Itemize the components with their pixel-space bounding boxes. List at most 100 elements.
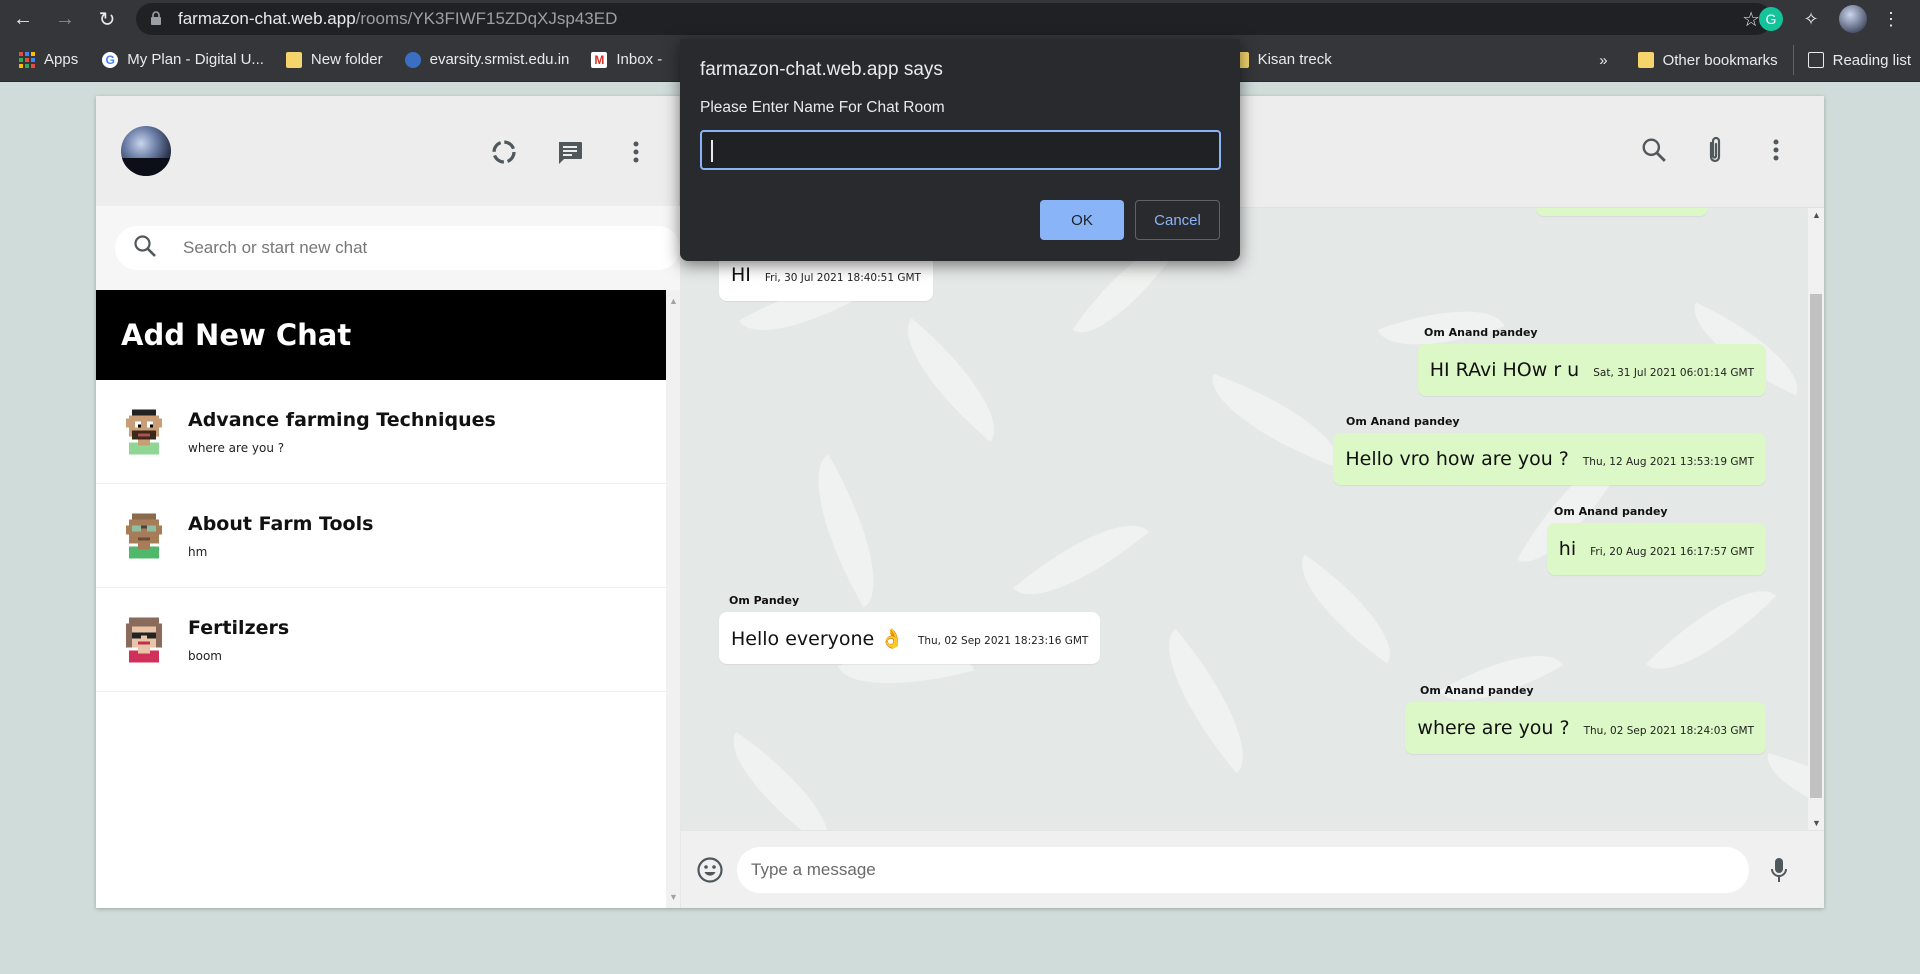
other-bookmarks[interactable]: Other bookmarks xyxy=(1629,45,1787,75)
bookmark-my-plan[interactable]: G My Plan - Digital U... xyxy=(93,45,273,75)
message-timestamp: Thu, 02 Sep 2021 18:24:03 GMT xyxy=(1583,725,1754,737)
message-sender: Om Pandey xyxy=(729,594,800,607)
ok-button[interactable]: OK xyxy=(1040,200,1124,240)
message-text: Hello everyone 👌 xyxy=(731,627,904,650)
bookmark-kisan-treck[interactable]: Kisan treck xyxy=(1224,45,1341,75)
bookmark-label: evarsity.srmist.edu.in xyxy=(429,51,570,68)
messages-area: HI Fri, 30 Jul 2021 18:40:51 GMT Om Anan… xyxy=(681,208,1824,830)
chat-avatar-icon xyxy=(126,617,162,662)
chat-info: Fertilzers boom xyxy=(188,617,289,663)
message-timestamp: Fri, 30 Jul 2021 18:40:51 GMT xyxy=(764,272,921,284)
bookmark-new-folder[interactable]: New folder xyxy=(277,45,392,75)
site-icon xyxy=(404,51,421,68)
chat-avatar-icon xyxy=(126,409,162,454)
bookmark-label: New folder xyxy=(310,51,383,68)
message-text: where are you ? xyxy=(1417,717,1570,739)
bookmark-evarsity[interactable]: evarsity.srmist.edu.in xyxy=(396,45,579,75)
sidebar: Add New Chat Advance farming Techniques … xyxy=(96,96,681,908)
forward-arrow-icon[interactable]: → xyxy=(46,0,84,38)
more-vert-icon[interactable] xyxy=(1758,132,1794,168)
reload-icon[interactable]: ↻ xyxy=(88,0,126,38)
reading-list[interactable]: Reading list xyxy=(1792,45,1920,75)
message-composer xyxy=(681,830,1824,908)
message-text: Hello vro how are you ? xyxy=(1345,448,1569,470)
message-bubble-clipped xyxy=(1536,208,1708,216)
sidebar-header xyxy=(96,96,680,206)
chat-name: Fertilzers xyxy=(188,616,290,639)
url-path: /rooms/YK3FIWF15ZDqXJsp43ED xyxy=(355,9,618,28)
message-bubble: where are you ? Thu, 02 Sep 2021 18:24:0… xyxy=(1405,702,1766,754)
gmail-icon: M xyxy=(591,51,608,68)
status-icon[interactable] xyxy=(486,134,522,170)
sidebar-header-icons xyxy=(486,134,654,170)
chat-info: Advance farming Techniques where are you… xyxy=(188,409,496,455)
reading-list-icon xyxy=(1807,52,1824,68)
more-vert-icon[interactable] xyxy=(618,134,654,170)
reading-list-label: Reading list xyxy=(1832,51,1911,69)
message-sender: Om Anand pandey xyxy=(1346,415,1460,428)
message-timestamp: Thu, 12 Aug 2021 13:53:19 GMT xyxy=(1582,456,1754,468)
message-sender: Om Anand pandey xyxy=(1420,684,1534,697)
microphone-icon[interactable] xyxy=(1767,855,1791,885)
message-bubble: Hello everyone 👌 Thu, 02 Sep 2021 18:23:… xyxy=(719,612,1101,664)
dialog-input[interactable] xyxy=(700,130,1221,170)
chat-last-message: hm xyxy=(188,544,208,559)
browser-toolbar: ← → ↻ farmazon-chat.web.app/rooms/YK3FIW… xyxy=(0,0,1920,38)
bookmark-label: Apps xyxy=(44,51,79,68)
message-timestamp: Fri, 20 Aug 2021 16:17:57 GMT xyxy=(1590,546,1754,558)
dialog-message: Please Enter Name For Chat Room xyxy=(700,99,945,116)
chat-name: Advance farming Techniques xyxy=(188,408,496,431)
text-caret xyxy=(711,140,713,162)
chat-list: Add New Chat Advance farming Techniques … xyxy=(96,290,680,908)
message-timestamp: Sat, 31 Jul 2021 06:01:14 GMT xyxy=(1593,367,1754,379)
add-new-chat-button[interactable]: Add New Chat xyxy=(96,290,680,380)
search-input[interactable] xyxy=(183,238,623,258)
browser-menu-icon[interactable]: ⋮ xyxy=(1879,7,1903,31)
scroll-down-arrow-icon[interactable]: ▼ xyxy=(669,892,678,902)
chat-last-message: where are you ? xyxy=(188,440,285,455)
emoji-icon[interactable] xyxy=(695,855,725,885)
chat-item-advance-farming[interactable]: Advance farming Techniques where are you… xyxy=(96,380,680,484)
search-icon[interactable] xyxy=(1636,132,1672,168)
scroll-up-arrow-icon[interactable]: ▲ xyxy=(669,296,678,306)
scroll-up-arrow-icon[interactable]: ▲ xyxy=(1812,210,1821,220)
scrollbar-thumb[interactable] xyxy=(1810,294,1822,798)
messages-scrollbar[interactable]: ▲ ▼ xyxy=(1808,208,1824,830)
message-text: HI xyxy=(731,264,751,286)
bookmark-apps[interactable]: Apps xyxy=(10,45,87,75)
profile-avatar-icon[interactable] xyxy=(1839,5,1867,33)
other-bookmarks-label: Other bookmarks xyxy=(1662,51,1778,69)
add-new-chat-label: Add New Chat xyxy=(121,318,352,352)
bookmark-star-icon[interactable]: ☆ xyxy=(1742,7,1760,32)
folder-icon xyxy=(1637,52,1654,68)
user-avatar[interactable] xyxy=(121,126,171,176)
dialog-title: farmazon-chat.web.app says xyxy=(700,59,943,80)
sidebar-scrollbar[interactable]: ▲ ▼ xyxy=(666,290,680,908)
chat-item-fertilzers[interactable]: Fertilzers boom xyxy=(96,588,680,692)
scroll-down-arrow-icon[interactable]: ▼ xyxy=(1812,818,1821,828)
message-input[interactable] xyxy=(737,846,1749,893)
cancel-button[interactable]: Cancel xyxy=(1135,200,1220,240)
new-chat-icon[interactable] xyxy=(552,134,588,170)
back-arrow-icon[interactable]: ← xyxy=(4,0,42,38)
message-text: hi xyxy=(1558,538,1577,560)
google-icon: G xyxy=(102,51,119,68)
bookmark-inbox[interactable]: M Inbox - xyxy=(582,45,671,75)
search-box[interactable] xyxy=(115,226,680,270)
bookmark-label: Inbox - xyxy=(616,51,663,68)
bookmark-label: My Plan - Digital U... xyxy=(127,51,264,68)
grammarly-icon[interactable]: G xyxy=(1759,7,1783,31)
attach-paperclip-icon[interactable] xyxy=(1697,132,1733,168)
lock-icon xyxy=(150,11,164,27)
message-bubble: hi Fri, 20 Aug 2021 16:17:57 GMT xyxy=(1546,523,1766,575)
url-text: farmazon-chat.web.app/rooms/YK3FIWF15ZDq… xyxy=(178,9,617,29)
search-icon xyxy=(133,234,157,263)
bookmarks-overflow-button[interactable]: » xyxy=(1590,45,1616,75)
search-container xyxy=(96,206,680,290)
chat-item-about-farm-tools[interactable]: About Farm Tools hm xyxy=(96,484,680,588)
address-bar[interactable]: farmazon-chat.web.app/rooms/YK3FIWF15ZDq… xyxy=(136,3,1772,35)
chat-info: About Farm Tools hm xyxy=(188,513,373,559)
bookmarks-right: » Other bookmarks Reading list xyxy=(1590,38,1920,82)
url-host: farmazon-chat.web.app xyxy=(178,9,356,28)
extensions-puzzle-icon[interactable]: ✧ xyxy=(1799,7,1823,31)
